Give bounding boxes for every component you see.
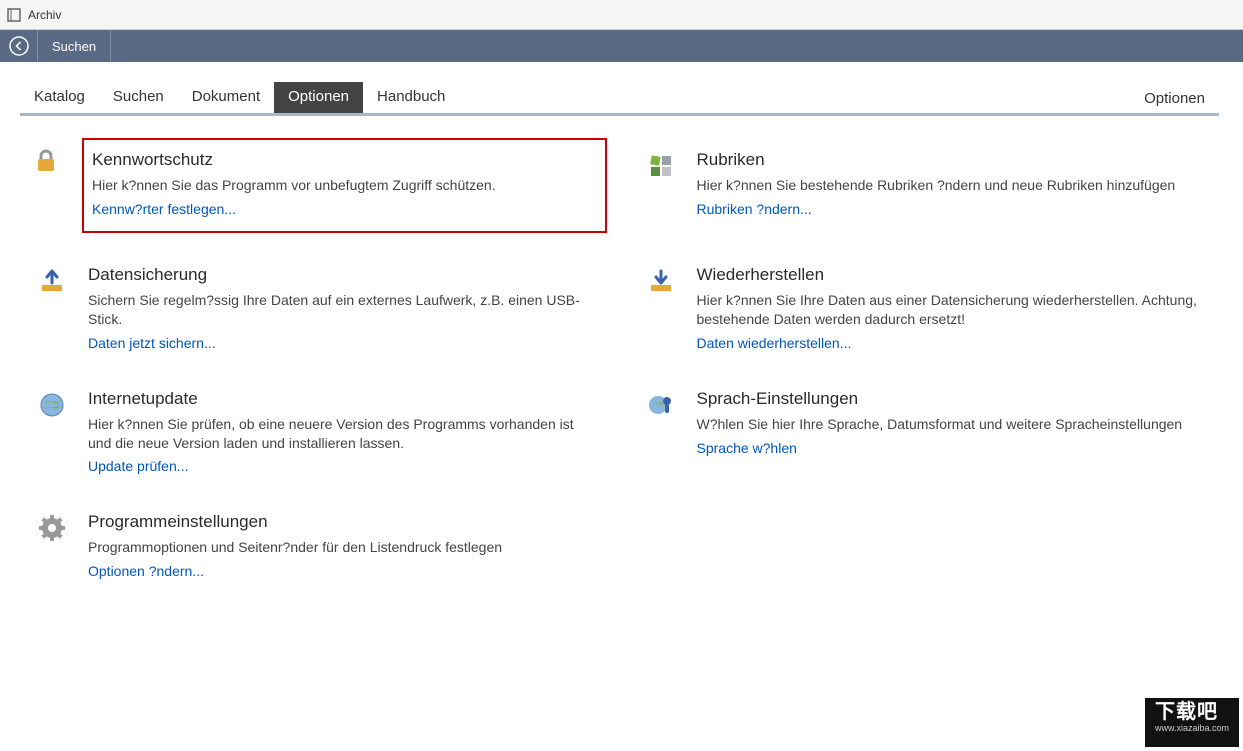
card-title: Internetupdate <box>88 389 601 409</box>
tab-suchen[interactable]: Suchen <box>99 82 178 113</box>
card-title: Kennwortschutz <box>92 150 597 170</box>
globe-icon <box>34 389 70 419</box>
option-card-gear: Programmeinstellungen Programmoptionen un… <box>28 506 607 585</box>
card-action-link[interactable]: Update prüfen... <box>88 458 601 474</box>
card-description: Hier k?nnen Sie das Programm vor unbefug… <box>92 176 597 195</box>
card-title: Wiederherstellen <box>697 265 1210 285</box>
card-action-link[interactable]: Kennw?rter festlegen... <box>92 201 597 217</box>
tab-bar: KatalogSuchenDokumentOptionenHandbuch Op… <box>20 82 1219 116</box>
gear-icon <box>34 512 70 542</box>
card-title: Sprach-Einstellungen <box>697 389 1210 409</box>
option-card-categories: Rubriken Hier k?nnen Sie bestehende Rubri… <box>637 144 1216 233</box>
card-description: W?hlen Sie hier Ihre Sprache, Datumsform… <box>697 415 1210 434</box>
card-title: Datensicherung <box>88 265 601 285</box>
app-icon <box>6 7 22 23</box>
options-label-right: Optionen <box>1130 84 1219 111</box>
card-description: Programmoptionen und Seitenr?nder für de… <box>88 538 601 557</box>
categories-icon <box>643 150 679 180</box>
card-action-link[interactable]: Optionen ?ndern... <box>88 563 601 579</box>
option-card-backup: Datensicherung Sichern Sie regelm?ssig Ih… <box>28 259 607 357</box>
tab-dokument[interactable]: Dokument <box>178 82 274 113</box>
tab-optionen[interactable]: Optionen <box>274 82 363 113</box>
window-title: Archiv <box>28 8 61 22</box>
option-card-lock: Kennwortschutz Hier k?nnen Sie das Progra… <box>82 138 607 233</box>
option-card-lock: Kennwortschutz Hier k?nnen Sie das Progra… <box>28 144 607 233</box>
search-label[interactable]: Suchen <box>38 30 111 62</box>
card-action-link[interactable]: Daten jetzt sichern... <box>88 335 601 351</box>
card-description: Hier k?nnen Sie bestehende Rubriken ?nde… <box>697 176 1210 195</box>
language-icon <box>643 389 679 419</box>
lock-icon <box>28 144 64 174</box>
tab-handbuch[interactable]: Handbuch <box>363 82 459 113</box>
option-card-globe: Internetupdate Hier k?nnen Sie prüfen, ob… <box>28 383 607 481</box>
tab-katalog[interactable]: Katalog <box>20 82 99 113</box>
card-action-link[interactable]: Sprache w?hlen <box>697 440 1210 456</box>
back-button[interactable] <box>0 30 38 62</box>
watermark: 下载吧 www.xiazaiba.com <box>1145 698 1239 747</box>
card-description: Hier k?nnen Sie prüfen, ob eine neuere V… <box>88 415 601 453</box>
card-action-link[interactable]: Rubriken ?ndern... <box>697 201 1210 217</box>
card-description: Sichern Sie regelm?ssig Ihre Daten auf e… <box>88 291 601 329</box>
card-title: Programmeinstellungen <box>88 512 601 532</box>
title-bar: Archiv <box>0 0 1243 30</box>
restore-icon <box>643 265 679 295</box>
backup-icon <box>34 265 70 295</box>
card-title: Rubriken <box>697 150 1210 170</box>
card-description: Hier k?nnen Sie Ihre Daten aus einer Dat… <box>697 291 1210 329</box>
nav-bar: Suchen <box>0 30 1243 62</box>
option-card-language: Sprach-Einstellungen W?hlen Sie hier Ihre… <box>637 383 1216 481</box>
card-action-link[interactable]: Daten wiederherstellen... <box>697 335 1210 351</box>
option-card-restore: Wiederherstellen Hier k?nnen Sie Ihre Dat… <box>637 259 1216 357</box>
